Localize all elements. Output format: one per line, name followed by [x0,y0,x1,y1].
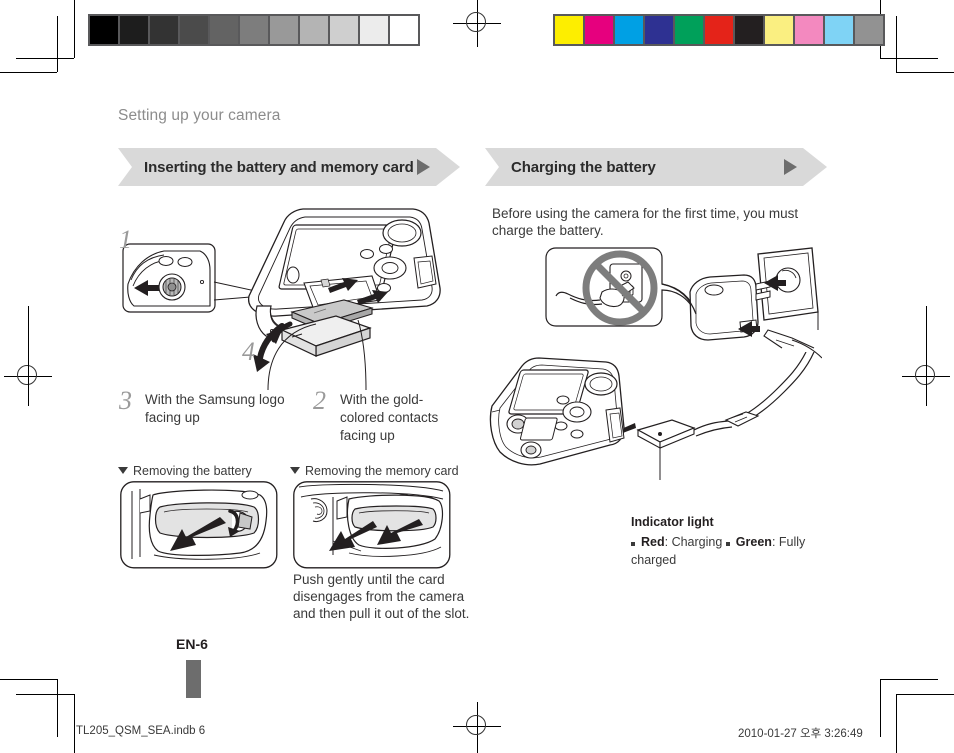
grayscale-swatch [360,16,388,44]
indicator-light-caption: Indicator light Red: Charging Green: Ful… [631,513,831,569]
triangle-right-icon [417,159,430,175]
subhead-removing-battery-label: Removing the battery [133,464,252,478]
grayscale-swatch [210,16,238,44]
step-number-1: 1 [119,225,132,254]
grayscale-swatch [180,16,208,44]
step-number-3: 3 [119,386,132,415]
page-number: EN-6 [176,636,208,652]
section-title-charging: Charging the battery [511,158,656,176]
section-title-inserting: Inserting the battery and memory card [144,158,414,176]
illustration-removing-battery [120,481,278,569]
crop-mark-bottom-left-inner-v [74,694,75,753]
section-header-inserting: Inserting the battery and memory card [118,148,460,186]
triangle-down-icon [118,467,128,474]
registration-guide-bottom-v [476,741,478,753]
registration-guide-top-v [476,0,478,12]
crop-mark-bottom-right-outer-v [880,679,881,737]
color-calibration-strip [553,14,885,46]
triangle-down-icon [290,467,300,474]
crop-mark-bottom-left-inner-h [16,694,74,695]
illustration-camera-usb-connection [488,352,818,482]
color-swatch [555,16,583,44]
grayscale-calibration-strip [88,14,420,46]
grayscale-swatch [300,16,328,44]
subhead-removing-battery: Removing the battery [118,464,252,478]
crop-mark-bottom-right-outer-h [880,679,938,680]
grayscale-swatch [330,16,358,44]
manual-page: Setting up your camera Inserting the bat… [0,0,954,753]
crop-mark-top-left-inner-h [0,72,57,73]
color-swatch [615,16,643,44]
color-swatch [765,16,793,44]
color-swatch [585,16,613,44]
crop-mark-bottom-left-outer-v [57,679,58,737]
color-swatch [795,16,823,44]
indicator-item-red: Red: Charging [631,535,726,549]
crop-mark-top-right-inner-h [896,72,954,73]
step-label-3: With the Samsung logo facing up [145,392,285,425]
grayscale-swatch [240,16,268,44]
color-swatch [705,16,733,44]
section-header-charging: Charging the battery [485,148,827,186]
memory-card-removal-note: Push gently until the card disengages fr… [293,572,470,621]
illustration-adapter-and-outlet [492,244,822,366]
crop-mark-bottom-right-inner-v [896,694,897,753]
crop-mark-top-left-outer-h [16,58,74,59]
crop-mark-top-left-outer-v [74,0,75,58]
color-swatch [855,16,883,44]
page-kicker: Setting up your camera [118,107,281,124]
crop-mark-top-right-inner-v [896,16,897,72]
crop-mark-top-right-outer-h [880,58,938,59]
color-swatch [675,16,703,44]
footer-filename: TL205_QSM_SEA.indb 6 [76,725,206,737]
indicator-item-red-label: Red [641,535,665,549]
footer-timestamp: 2010-01-27 오후 3:26:49 [738,728,863,740]
color-swatch [825,16,853,44]
triangle-right-icon [784,159,797,175]
indicator-item-red-value: Charging [671,535,723,549]
charging-intro-text: Before using the camera for the first ti… [492,206,799,238]
chapter-thumb-tab [186,660,201,698]
grayscale-swatch [120,16,148,44]
color-swatch [645,16,673,44]
step-number-4: 4 [242,337,255,366]
subhead-removing-memory-card: Removing the memory card [290,464,459,478]
indicator-item-green-sep: : [771,535,779,549]
indicator-item-red-sep: : [664,535,672,549]
leader-lines-left [260,320,380,392]
grayscale-swatch [150,16,178,44]
indicator-item-green-label: Green [735,535,772,549]
grayscale-swatch [90,16,118,44]
crop-mark-top-left-inner-v [57,16,58,72]
grayscale-swatch [390,16,418,44]
indicator-light-heading: Indicator light [631,515,714,529]
registration-guide-right-v [925,306,927,406]
step-number-2: 2 [313,386,326,415]
subhead-removing-memory-card-label: Removing the memory card [305,464,459,478]
illustration-removing-memory-card [293,481,451,569]
step-label-2: With the gold-colored contacts facing up [340,392,439,443]
grayscale-swatch [270,16,298,44]
registration-guide-left-v [27,306,29,406]
crop-mark-bottom-left-outer-h [0,679,58,680]
color-swatch [735,16,763,44]
crop-mark-bottom-right-inner-h [896,694,954,695]
